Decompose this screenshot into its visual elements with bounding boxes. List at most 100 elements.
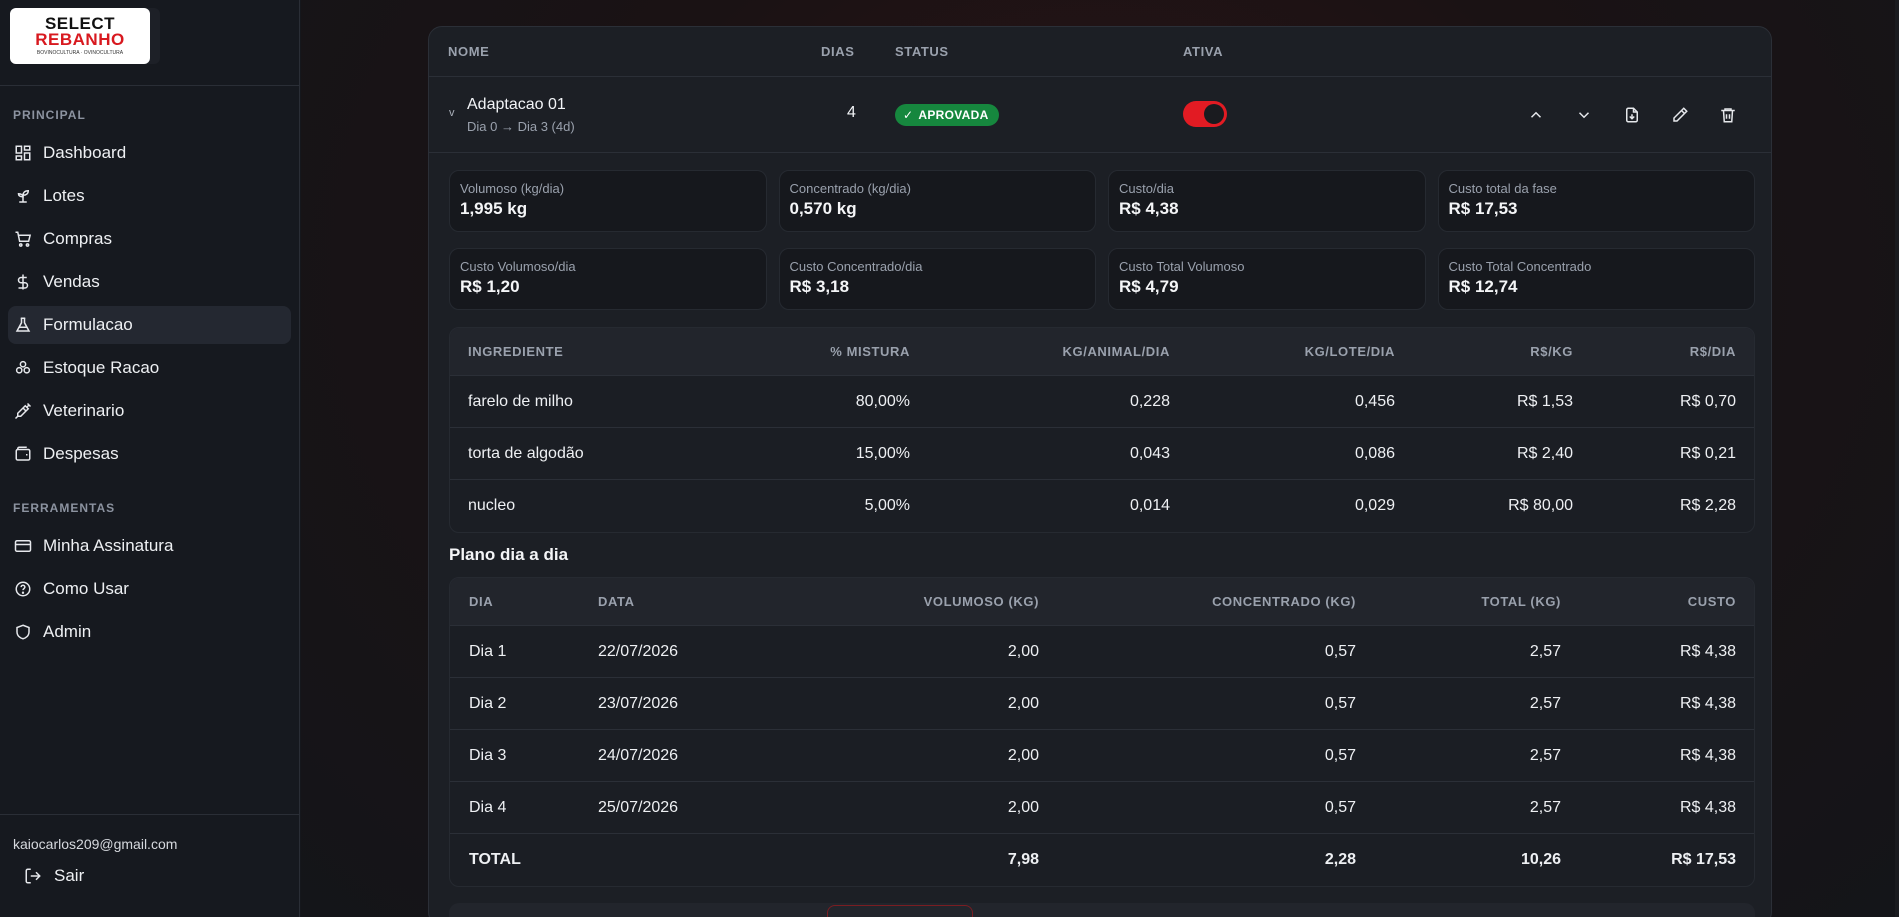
stat-value: R$ 12,74 — [1448, 277, 1518, 296]
plan-cost: R$ 4,38 — [1679, 798, 1736, 816]
ingredient-row: torta de algodão 15,00% 0,043 0,086 R$ 2… — [450, 428, 1754, 480]
plan-cost: R$ 4,38 — [1679, 694, 1736, 712]
main-nav: Dashboard Lotes Compras Vendas Formulaca… — [0, 134, 299, 473]
plan-day: Dia 3 — [469, 746, 507, 764]
nav-label: Como Usar — [43, 579, 129, 598]
plan-volumoso: 2,00 — [1007, 642, 1039, 660]
stat-label: Custo Volumoso/dia — [460, 259, 576, 274]
stat-custo-total-fase: Custo total da fase R$ 17,53 — [1437, 170, 1755, 232]
col-kg-lote-dia: KG/LOTE/DIA — [1304, 344, 1395, 359]
nav-item-estoque-racao[interactable]: Estoque Racao — [8, 349, 291, 387]
header-nome: NOME — [448, 44, 490, 59]
ingredient-mix: 80,00% — [855, 392, 910, 410]
delete-button[interactable] — [1716, 103, 1740, 127]
sidebar-footer: kaiocarlos209@gmail.com Sair — [0, 814, 299, 900]
nav-item-como-usar[interactable]: Como Usar — [8, 570, 291, 608]
col-dia: DIA — [469, 594, 494, 609]
header-status: STATUS — [895, 44, 949, 59]
plan-row: Dia 3 24/07/2026 2,00 0,57 2,57 R$ 4,38 — [450, 730, 1754, 782]
stats-row-1: Volumoso (kg/dia) 1,995 kg Concentrado (k… — [449, 170, 1755, 232]
stat-value: R$ 1,20 — [460, 277, 520, 296]
shield-icon — [16, 624, 30, 640]
stat-value: R$ 17,53 — [1448, 199, 1518, 218]
header-dias: DIAS — [821, 44, 855, 59]
partial-action-button[interactable] — [827, 905, 973, 917]
active-toggle[interactable] — [1183, 101, 1227, 127]
nav-label: Estoque Racao — [43, 358, 160, 377]
stat-label: Custo Total Volumoso — [1119, 259, 1245, 274]
nav-item-dashboard[interactable]: Dashboard — [8, 134, 291, 172]
nav-label: Lotes — [43, 186, 85, 205]
ingredient-row: farelo de milho 80,00% 0,228 0,456 R$ 1,… — [450, 376, 1754, 428]
stats-row-2: Custo Volumoso/dia R$ 1,20 Custo Concentr… — [449, 248, 1755, 310]
logo-line-2: REBANHO — [35, 30, 125, 49]
ingredient-mix: 15,00% — [855, 444, 910, 462]
stack-icon — [15, 360, 31, 374]
move-up-button[interactable] — [1524, 103, 1548, 127]
phases-table-header: NOME DIAS STATUS ATIVA — [429, 27, 1771, 77]
nav-label: Dashboard — [43, 143, 127, 162]
logout-button[interactable]: Sair — [0, 852, 299, 900]
plan-date: 24/07/2026 — [598, 746, 679, 764]
nav-item-despesas[interactable]: Despesas — [8, 435, 291, 473]
nav-item-formulacao[interactable]: Formulacao — [8, 306, 291, 344]
nav-label: Despesas — [43, 444, 119, 463]
dollar-icon — [17, 274, 29, 290]
nav-label: Minha Assinatura — [43, 536, 174, 555]
plan-date: 23/07/2026 — [598, 694, 679, 712]
move-down-button[interactable] — [1572, 103, 1596, 127]
nav-item-vendas[interactable]: Vendas — [8, 263, 291, 301]
plan-volumoso: 2,00 — [1007, 798, 1039, 816]
total-kg: 10,26 — [1520, 851, 1561, 868]
ingredient-price-kg: R$ 2,40 — [1516, 444, 1573, 462]
ingredients-table: INGREDIENTE % MISTURA KG/ANIMAL/DIA KG/L… — [449, 327, 1755, 533]
stat-value: R$ 4,38 — [1119, 199, 1179, 218]
check-icon: ✓ — [903, 108, 914, 122]
plan-row: Dia 1 22/07/2026 2,00 0,57 2,57 R$ 4,38 — [450, 626, 1754, 678]
nav-item-lotes[interactable]: Lotes — [8, 177, 291, 215]
plan-title: Plano dia a dia — [449, 545, 569, 564]
next-section-strip — [449, 903, 1755, 917]
plan-total: 2,57 — [1529, 746, 1561, 764]
ingredient-name: farelo de milho — [468, 392, 573, 410]
expand-chevron-icon[interactable]: v — [449, 107, 455, 119]
plan-row: Dia 2 23/07/2026 2,00 0,57 2,57 R$ 4,38 — [450, 678, 1754, 730]
scrollbar[interactable] — [1895, 0, 1899, 917]
plan-day: Dia 4 — [469, 798, 507, 816]
stat-value: 1,995 kg — [460, 199, 528, 218]
nav-item-compras[interactable]: Compras — [8, 220, 291, 258]
ingredient-kg-animal: 0,014 — [1129, 497, 1170, 514]
phase-range: Dia 0 → Dia 3 (4d) — [467, 119, 575, 134]
nav-item-minha-assinatura[interactable]: Minha Assinatura — [8, 527, 291, 565]
ingredient-kg-lote: 0,029 — [1354, 497, 1395, 514]
total-cost: R$ 17,53 — [1671, 851, 1736, 868]
col-mistura: % MISTURA — [830, 344, 910, 359]
nav-item-admin[interactable]: Admin — [8, 613, 291, 651]
ingredients-header-row: INGREDIENTE % MISTURA KG/ANIMAL/DIA KG/L… — [450, 328, 1754, 376]
chevron-down-icon — [1578, 112, 1590, 119]
logout-label: Sair — [54, 866, 85, 885]
stat-concentrado: Concentrado (kg/dia) 0,570 kg — [778, 170, 1096, 232]
ingredient-name: torta de algodão — [468, 444, 584, 462]
trash-icon — [1721, 108, 1735, 123]
ingredient-kg-lote: 0,086 — [1354, 444, 1395, 462]
logout-icon — [25, 868, 41, 884]
plan-day: Dia 1 — [469, 642, 507, 660]
tools-nav: Minha Assinatura Como Usar Admin — [0, 527, 299, 651]
plan-concentrado: 0,57 — [1324, 746, 1356, 764]
plan-total: 2,57 — [1529, 642, 1561, 660]
export-button[interactable] — [1620, 103, 1644, 127]
brand-logo[interactable]: SELECT REBANHO BOVINOCULTURA · OVINOCULT… — [10, 8, 150, 64]
nav-item-veterinario[interactable]: Veterinario — [8, 392, 291, 430]
nav-label: Veterinario — [43, 401, 125, 420]
stat-volumoso: Volumoso (kg/dia) 1,995 kg — [449, 170, 767, 232]
total-volumoso: 7,98 — [1007, 851, 1039, 868]
edit-button[interactable] — [1668, 103, 1692, 127]
total-label: TOTAL — [469, 851, 521, 868]
col-ingrediente: INGREDIENTE — [468, 344, 564, 359]
col-concentrado: CONCENTRADO (KG) — [1212, 594, 1356, 609]
phase-row[interactable]: v Adaptacao 01 Dia 0 → Dia 3 (4d) 4 ✓ AP… — [429, 77, 1771, 153]
plan-volumoso: 2,00 — [1007, 694, 1039, 712]
phase-name: Adaptacao 01 — [467, 96, 566, 113]
ingredient-price-day: R$ 0,70 — [1679, 392, 1736, 410]
